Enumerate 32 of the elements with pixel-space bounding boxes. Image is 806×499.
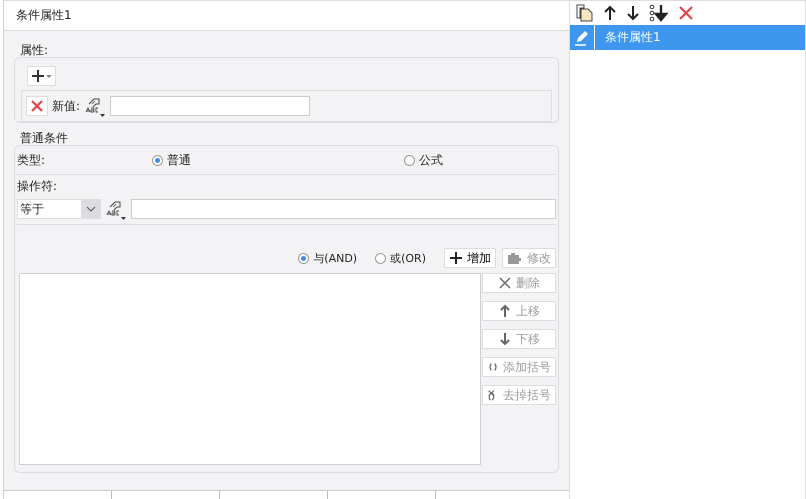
pencil-icon <box>573 28 591 46</box>
panel-title: 条件属性1 <box>16 7 72 24</box>
close-icon <box>30 99 44 113</box>
plus-icon <box>449 251 463 265</box>
caret-icon <box>86 206 96 212</box>
move-bottom-icon[interactable] <box>649 4 669 22</box>
copy-icon[interactable] <box>576 4 594 22</box>
down-arrow-icon <box>498 332 512 346</box>
up-arrow-icon <box>498 304 512 318</box>
add-dropdown-button[interactable] <box>27 66 56 86</box>
value-field[interactable] <box>131 199 556 219</box>
delete-button[interactable] <box>26 96 48 116</box>
new-value-label: 新值: <box>52 98 80 114</box>
type-radio[interactable]: 普通 <box>152 152 191 168</box>
down-arrow-icon[interactable] <box>626 5 640 21</box>
section-legend: 普通条件 <box>20 131 68 145</box>
brackets-icon <box>487 360 499 374</box>
new-value-field[interactable] <box>110 96 310 116</box>
add-button[interactable]: 增加 <box>444 248 496 268</box>
type-radio[interactable]: 公式 <box>404 152 443 168</box>
section-legend: 属性: <box>20 43 48 57</box>
list-item[interactable]: 条件属性1 <box>570 25 805 50</box>
up-arrow-icon[interactable] <box>603 5 617 21</box>
type-label: 类型: <box>17 152 46 168</box>
operator-dropdown[interactable]: 等于 <box>17 199 101 219</box>
puzzle-icon <box>507 251 523 265</box>
item-label: 条件属性1 <box>604 29 661 46</box>
logic-radio[interactable]: 与(AND) <box>298 250 358 266</box>
logic-radio[interactable]: 或(OR) <box>375 250 426 266</box>
operator-label: 操作符: <box>17 179 58 193</box>
close-icon <box>498 276 512 290</box>
delete-icon[interactable] <box>678 5 694 21</box>
